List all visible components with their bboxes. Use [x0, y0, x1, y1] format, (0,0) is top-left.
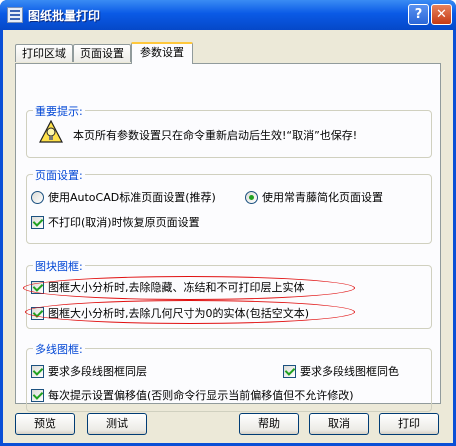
print-button[interactable]: 打印: [379, 413, 439, 435]
check-prompt-offset-indicator[interactable]: [31, 388, 44, 402]
dialog-window: 图纸批量打印 ? ✕ 打印区域 页面设置 参数设置 重要提示: 本页所有参数设置…: [0, 0, 456, 446]
check-restore-label: 不打印(取消)时恢复原页面设置: [48, 216, 200, 229]
check-same-layer[interactable]: 要求多段线图框同层: [31, 363, 147, 379]
block-frame-group: 图块图框: 图框大小分析时,去除隐藏、冻结和不可打印层上实体 图框大小分析时,去…: [23, 258, 432, 329]
notice-text: 本页所有参数设置只在命令重新启动后生效!“取消”也保存!: [73, 129, 358, 142]
red-annotation-ellipse-1: [23, 276, 355, 300]
polyline-group-title: 多线图框:: [33, 341, 85, 357]
help-title-button[interactable]: ?: [408, 4, 429, 25]
red-annotation-ellipse-2: [25, 300, 355, 324]
check-same-color-label: 要求多段线图框同色: [300, 365, 399, 378]
notice-group-title: 重要提示:: [33, 103, 85, 119]
dialog-client: 打印区域 页面设置 参数设置 重要提示: 本页所有参数设置只在命令重新启动后生效…: [3, 30, 453, 443]
radio-autocad-indicator[interactable]: [31, 190, 44, 204]
page-setup-group: 页面设置: 使用AutoCAD标准页面设置(推荐) 使用常青藤简化页面设置 不打…: [26, 167, 432, 244]
radio-autocad-label: 使用AutoCAD标准页面设置(推荐): [48, 191, 216, 204]
parameters-panel: 重要提示: 本页所有参数设置只在命令重新启动后生效!“取消”也保存! 页面设置:…: [15, 63, 441, 412]
radio-autocad-setup[interactable]: 使用AutoCAD标准页面设置(推荐): [31, 189, 216, 205]
test-button[interactable]: 测试: [87, 413, 147, 435]
help-button[interactable]: 帮助: [239, 413, 299, 435]
cancel-button[interactable]: 取消: [309, 413, 369, 435]
check-same-color[interactable]: 要求多段线图框同色: [283, 363, 399, 379]
radio-simplified-indicator[interactable]: [245, 190, 258, 204]
radio-simplified-setup[interactable]: 使用常青藤简化页面设置: [245, 189, 383, 205]
check-same-layer-label: 要求多段线图框同层: [48, 365, 147, 378]
check-same-layer-indicator[interactable]: [31, 364, 44, 378]
block-group-title: 图块图框:: [33, 258, 85, 274]
check-same-color-indicator[interactable]: [283, 364, 296, 378]
polyline-frame-group: 多线图框: 要求多段线图框同层 要求多段线图框同色 每次提示设置偏移值(否则命令…: [26, 341, 432, 412]
check-restore-setup[interactable]: 不打印(取消)时恢复原页面设置: [31, 214, 200, 230]
notice-group: 重要提示: 本页所有参数设置只在命令重新启动后生效!“取消”也保存!: [26, 103, 432, 158]
app-icon: [7, 7, 23, 23]
check-restore-indicator[interactable]: [31, 215, 44, 229]
radio-simplified-label: 使用常青藤简化页面设置: [262, 191, 383, 204]
page-group-title: 页面设置:: [33, 167, 85, 183]
tab-page-setup[interactable]: 页面设置: [73, 44, 131, 62]
lightbulb-icon: [39, 120, 63, 143]
window-title: 图纸批量打印: [28, 9, 101, 23]
preview-button[interactable]: 预览: [15, 413, 75, 435]
check-prompt-offset-label: 每次提示设置偏移值(否则命令行显示当前偏移值但不允许修改): [48, 389, 354, 402]
title-bar[interactable]: 图纸批量打印 ? ✕: [0, 0, 456, 30]
tab-print-area[interactable]: 打印区域: [15, 44, 73, 62]
check-prompt-offset[interactable]: 每次提示设置偏移值(否则命令行显示当前偏移值但不允许修改): [31, 387, 354, 403]
tab-parameters[interactable]: 参数设置: [131, 42, 193, 64]
close-icon[interactable]: ✕: [431, 4, 452, 25]
